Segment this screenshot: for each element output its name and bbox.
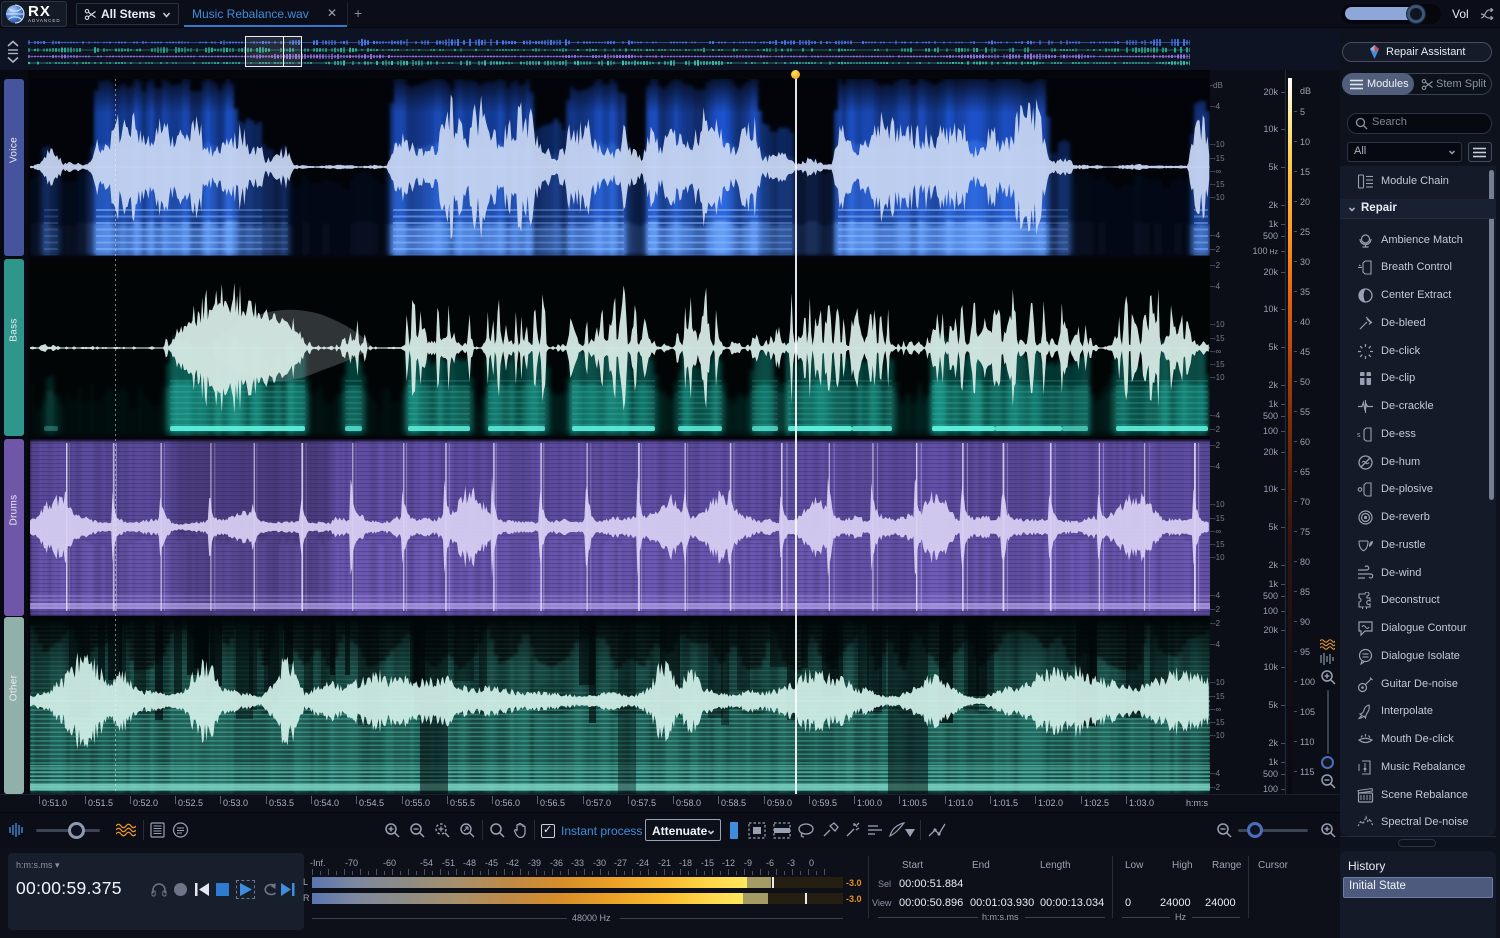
svg-text:s: s: [1357, 432, 1361, 439]
